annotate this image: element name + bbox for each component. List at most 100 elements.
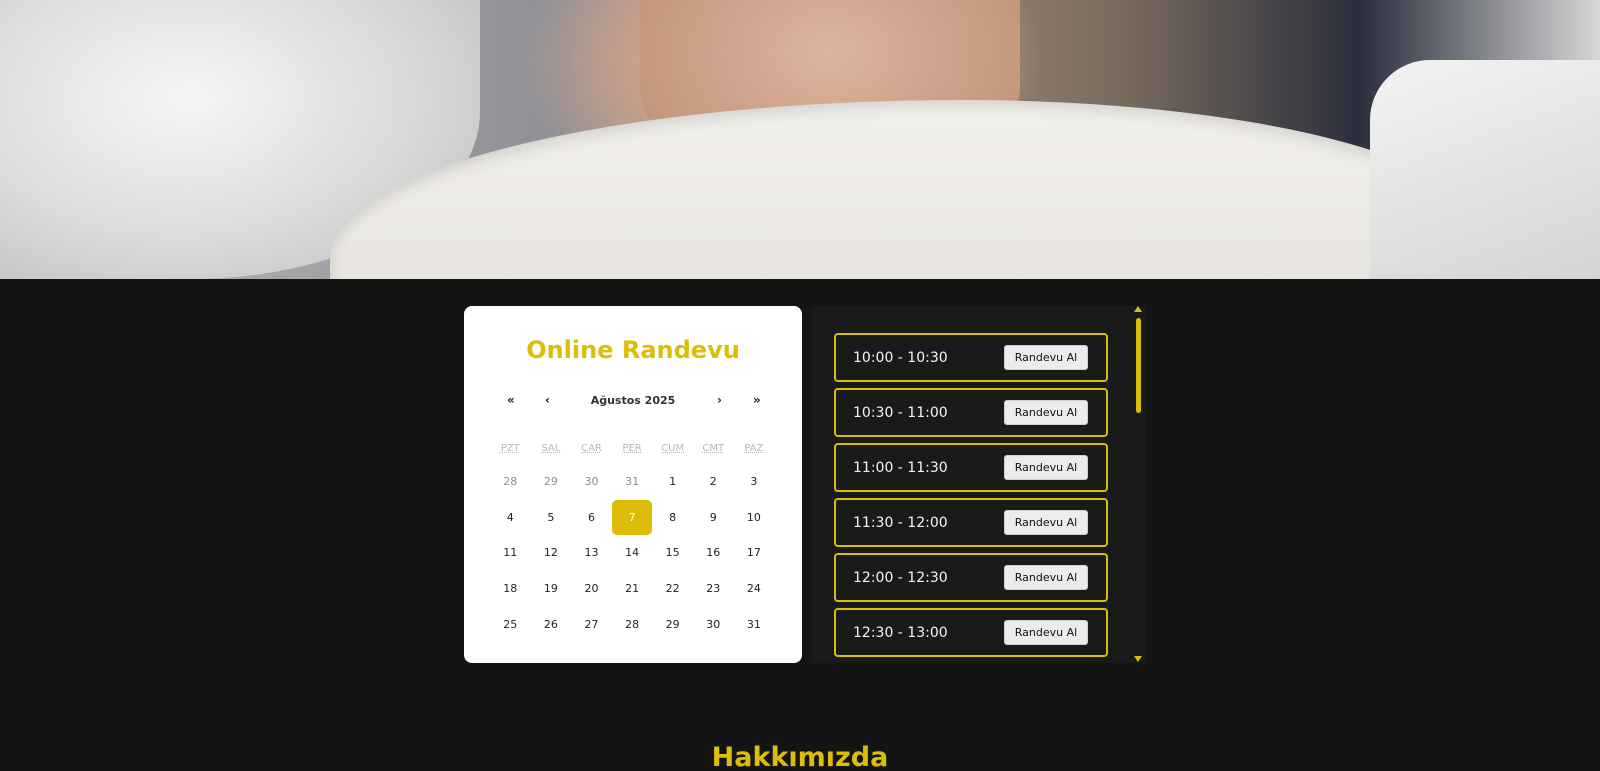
calendar-day-number: 16 [706,546,721,560]
calendar-day[interactable]: 10 [734,500,775,536]
calendar-day-selected[interactable]: 7 [612,499,653,536]
calendar-day-number: 1 [669,475,677,489]
slot-time: 12:00 - 12:30 [853,569,948,586]
calendar-day-number: 25 [503,617,518,631]
calendar-day[interactable]: 15 [652,535,693,571]
book-appointment-button[interactable]: Randevu Al [1004,620,1088,645]
calendar-day-number: 31 [746,617,761,631]
calendar-day[interactable]: 2 [693,464,734,500]
calendar-grid: PZT SAL ÇAR PER CUM CMT PAZ 28 29 30 31 1 2 3 4 5 6 7 8 9 10… [490,434,774,642]
calendar-day-number: 30 [584,475,599,489]
calendar-day[interactable]: 30 [571,464,612,500]
calendar-day[interactable]: 24 [734,571,775,607]
weekday-label: CMT [702,443,725,454]
calendar-day-number: 21 [625,582,640,596]
time-slot: 11:00 - 11:30 Randevu Al [834,443,1108,492]
book-appointment-button[interactable]: Randevu Al [1004,510,1088,535]
calendar-day[interactable]: 16 [693,535,734,571]
calendar-day-number: 4 [506,510,514,524]
calendar-day[interactable]: 29 [531,464,572,500]
calendar-day-number: 9 [709,510,717,524]
calendar-day-number: 10 [746,510,761,524]
calendar-day[interactable]: 27 [571,606,612,642]
calendar-day-number: 28 [625,617,640,631]
scrollbar-thumb[interactable] [1136,318,1141,413]
calendar-day-number: 2 [709,475,717,489]
calendar-day[interactable]: 9 [693,500,734,536]
about-heading: Hakkımızda [711,742,889,771]
weekday-label: CUM [661,443,685,454]
calendar-day-number: 28 [503,475,518,489]
calendar-day-number: 29 [543,475,558,489]
calendar-day-number: 20 [584,582,599,596]
white-towel [330,100,1480,279]
book-appointment-button[interactable]: Randevu Al [1004,565,1088,590]
calendar-day[interactable]: 4 [490,500,531,536]
calendar-day[interactable]: 3 [734,464,775,500]
slot-time: 10:00 - 10:30 [853,349,948,366]
time-slots-panel: 10:00 - 10:30 Randevu Al 10:30 - 11:00 Rand… [812,306,1146,663]
scroll-down-arrow[interactable] [1134,656,1142,662]
calendar-card: Online Randevu « ‹ Ağustos 2025 › » PZT S… [464,306,802,663]
calendar-day[interactable]: 31 [612,464,653,500]
calendar-day[interactable]: 14 [612,535,653,571]
time-slot: 10:00 - 10:30 Randevu Al [834,333,1108,382]
time-slot: 10:30 - 11:00 Randevu Al [834,388,1108,437]
booking-title: Online Randevu [526,336,740,364]
calendar-day-number: 15 [665,546,680,560]
calendar-day-number: 19 [543,582,558,596]
calendar-day[interactable]: 20 [571,571,612,607]
calendar-day[interactable]: 13 [571,535,612,571]
calendar-day[interactable]: 28 [612,606,653,642]
slot-time: 10:30 - 11:00 [853,404,948,421]
time-slot: 12:00 - 12:30 Randevu Al [834,553,1108,602]
calendar-day[interactable]: 1 [652,464,693,500]
calendar-day-number: 17 [746,546,761,560]
treatment-chair [1370,60,1600,279]
calendar-day-number: 3 [750,475,758,489]
calendar-day[interactable]: 31 [734,606,775,642]
calendar-day-number: 24 [746,582,761,596]
calendar-day-number: 23 [706,582,721,596]
slot-time: 11:30 - 12:00 [853,514,948,531]
time-slot: 12:30 - 13:00 Randevu Al [834,608,1108,657]
scroll-up-arrow[interactable] [1134,306,1142,312]
calendar-day[interactable]: 12 [531,535,572,571]
calendar-day-number: 31 [625,475,640,489]
calendar-day[interactable]: 25 [490,606,531,642]
calendar-day-number: 30 [706,617,721,631]
calendar-day[interactable]: 5 [531,500,572,536]
calendar-day[interactable]: 29 [652,606,693,642]
calendar-day-number: 6 [587,510,595,524]
calendar-day-number: 14 [625,546,640,560]
calendar-day[interactable]: 8 [652,500,693,536]
calendar-day-number: 7 [612,499,653,535]
time-slot: 11:30 - 12:00 Randevu Al [834,498,1108,547]
calendar-day[interactable]: 18 [490,571,531,607]
hero-image [0,0,1600,279]
book-appointment-button[interactable]: Randevu Al [1004,400,1088,425]
calendar-day[interactable]: 28 [490,464,531,500]
next-year-button[interactable]: » [753,393,761,407]
calendar-day[interactable]: 26 [531,606,572,642]
calendar-day[interactable]: 22 [652,571,693,607]
calendar-day[interactable]: 6 [571,500,612,536]
calendar-day[interactable]: 11 [490,535,531,571]
calendar-day[interactable]: 30 [693,606,734,642]
weekday-label: PER [622,443,642,454]
calendar-day[interactable]: 17 [734,535,775,571]
book-appointment-button[interactable]: Randevu Al [1004,455,1088,480]
calendar-day-number: 26 [543,617,558,631]
calendar-day[interactable]: 21 [612,571,653,607]
calendar-day-number: 29 [665,617,680,631]
calendar-day-number: 18 [503,582,518,596]
calendar-day[interactable]: 19 [531,571,572,607]
calendar-day-number: 8 [669,510,677,524]
calendar-day-number: 13 [584,546,599,560]
next-month-button[interactable]: › [717,393,722,407]
book-appointment-button[interactable]: Randevu Al [1004,345,1088,370]
weekday-label: SAL [541,443,561,454]
calendar-day[interactable]: 23 [693,571,734,607]
calendar-day-number: 27 [584,617,599,631]
slot-time: 12:30 - 13:00 [853,624,948,641]
